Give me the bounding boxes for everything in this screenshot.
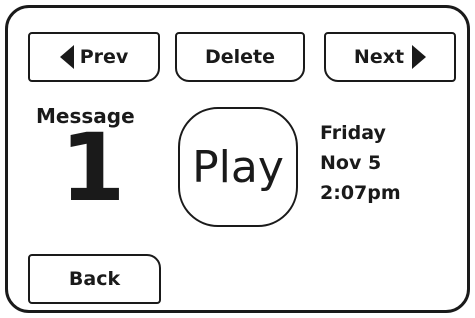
- play-button-label: Play: [192, 141, 284, 193]
- message-timestamp: Friday Nov 5 2:07pm: [320, 118, 401, 208]
- delete-button-label: Delete: [204, 46, 276, 68]
- prev-button-label: Prev: [79, 46, 129, 68]
- message-number: 1: [60, 114, 126, 223]
- message-day: Friday: [320, 122, 386, 144]
- back-button-label: Back: [68, 268, 121, 290]
- delete-button[interactable]: Delete: [175, 32, 305, 82]
- back-button[interactable]: Back: [28, 254, 161, 304]
- play-button[interactable]: Play: [178, 107, 298, 227]
- message-time: 2:07pm: [320, 182, 401, 204]
- triangle-right-icon: [412, 45, 427, 69]
- message-date: Nov 5: [320, 152, 382, 174]
- triangle-left-icon: [59, 45, 74, 69]
- prev-button[interactable]: Prev: [28, 32, 160, 82]
- next-button-label: Next: [353, 46, 405, 68]
- next-button[interactable]: Next: [324, 32, 456, 82]
